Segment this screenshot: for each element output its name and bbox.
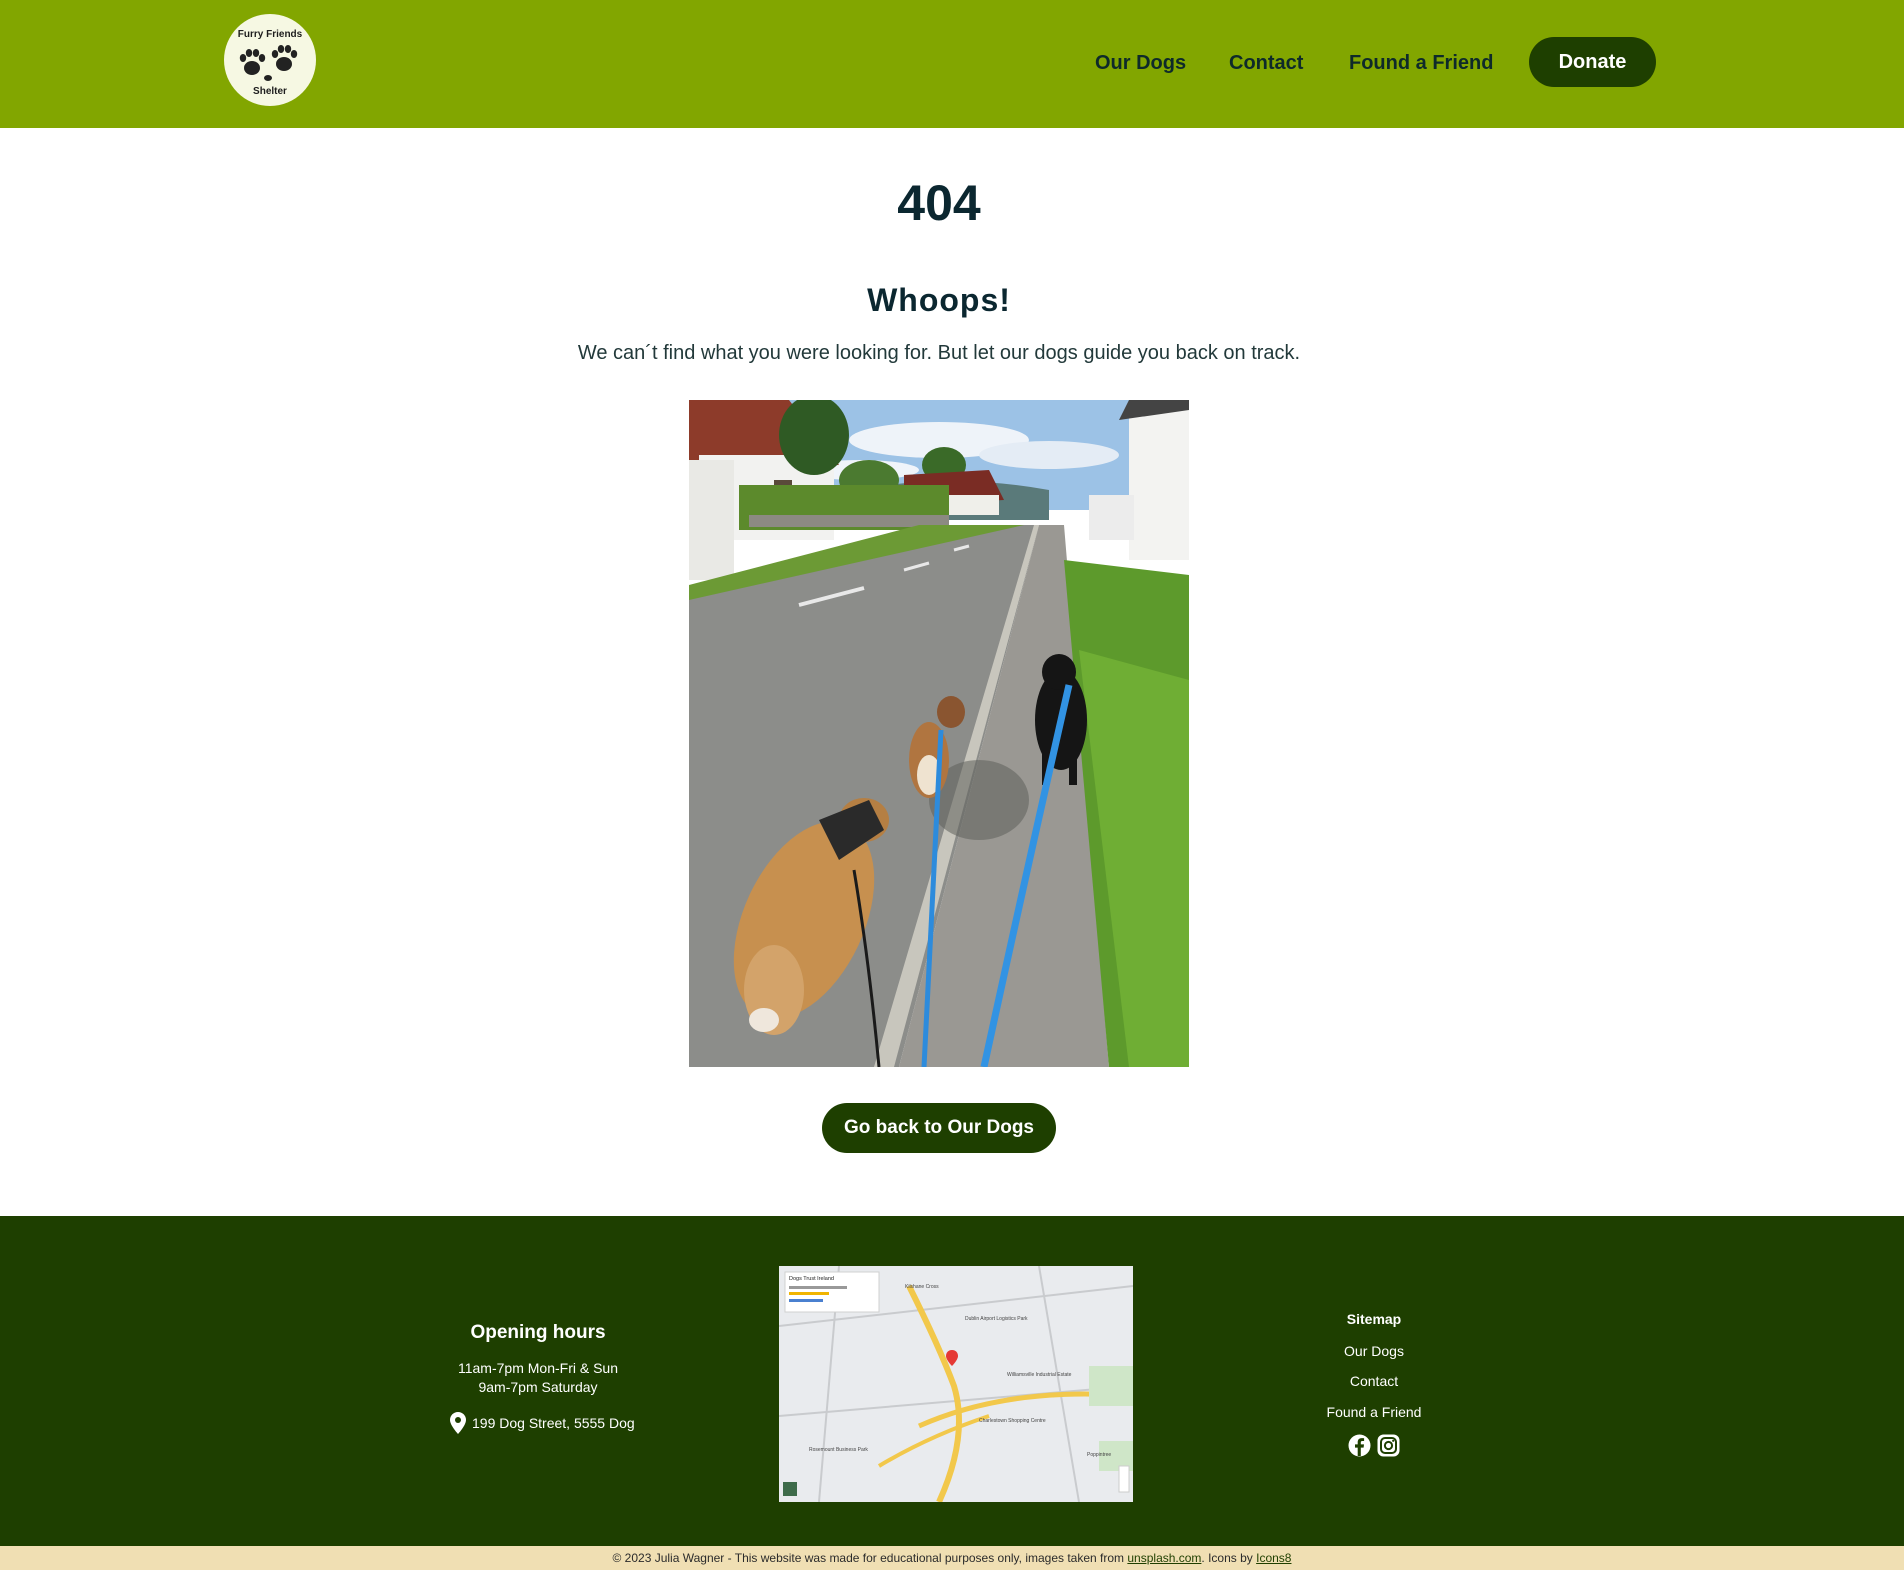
social-links (1348, 1434, 1400, 1458)
logo-text-bottom: Shelter (253, 86, 287, 97)
footer-link-our-dogs[interactable]: Our Dogs (1274, 1343, 1474, 1359)
copyright-middle: . Icons by (1201, 1551, 1257, 1565)
opening-hours-weekdays: 11am-7pm Mon-Fri & Sun (457, 1360, 618, 1376)
address: 199 Dog Street, 5555 Dog (450, 1411, 635, 1435)
error-heading: Whoops! (867, 282, 1011, 318)
opening-hours-saturday: 9am-7pm Saturday (478, 1379, 598, 1395)
back-to-our-dogs-button[interactable]: Go back to Our Dogs (822, 1103, 1056, 1153)
map-label-logistics-park: Dublin Airport Logistics Park (965, 1316, 1028, 1322)
logo-text-top: Furry Friends (237, 29, 303, 40)
error-code: 404 (897, 175, 981, 231)
map-pin-icon (450, 1412, 466, 1434)
copyright-text: © 2023 Julia Wagner - This website was m… (612, 1551, 1128, 1565)
map-label-charlestown: Charlestown Shopping Centre (979, 1418, 1046, 1424)
copyright-bar: © 2023 Julia Wagner - This website was m… (0, 1546, 1904, 1570)
icons8-link[interactable]: Icons8 (1256, 1551, 1291, 1565)
map-label-poppintree: Poppintree (1087, 1452, 1111, 1458)
nav-contact[interactable]: Contact (1229, 52, 1303, 75)
footer-link-found-a-friend[interactable]: Found a Friend (1274, 1404, 1474, 1420)
nav-our-dogs[interactable]: Our Dogs (1095, 52, 1186, 75)
unsplash-link[interactable]: unsplash.com (1127, 1551, 1201, 1565)
sitemap-title: Sitemap (1346, 1311, 1402, 1327)
dogs-walking-photo (689, 400, 1189, 1067)
map-label-rosemount: Rosemount Business Park (809, 1447, 868, 1453)
donate-button[interactable]: Donate (1529, 37, 1656, 87)
address-text: 199 Dog Street, 5555 Dog (472, 1415, 635, 1431)
instagram-icon[interactable] (1377, 1434, 1400, 1457)
map-place-name: Dogs Trust Ireland (789, 1276, 834, 1282)
opening-hours-title: Opening hours (470, 1322, 606, 1343)
location-map[interactable]: Dogs Trust Ireland Kilshane Cross Dublin… (779, 1266, 1133, 1502)
logo[interactable]: Furry Friends Shelter (224, 14, 316, 106)
nav-found-a-friend[interactable]: Found a Friend (1349, 52, 1493, 75)
facebook-icon[interactable] (1348, 1434, 1371, 1457)
map-label-kilshane-cross: Kilshane Cross (905, 1284, 939, 1290)
error-message: We can´t find what you were looking for.… (577, 342, 1301, 364)
site-header: Furry Friends Shelter Our Dogs Contact F… (0, 0, 1904, 128)
site-footer: Opening hours 11am-7pm Mon-Fri & Sun 9am… (0, 1216, 1904, 1546)
map-label-williamsville: Williamsville Industrial Estate (1007, 1372, 1072, 1378)
paw-prints-icon (239, 45, 298, 81)
footer-link-contact[interactable]: Contact (1274, 1373, 1474, 1389)
